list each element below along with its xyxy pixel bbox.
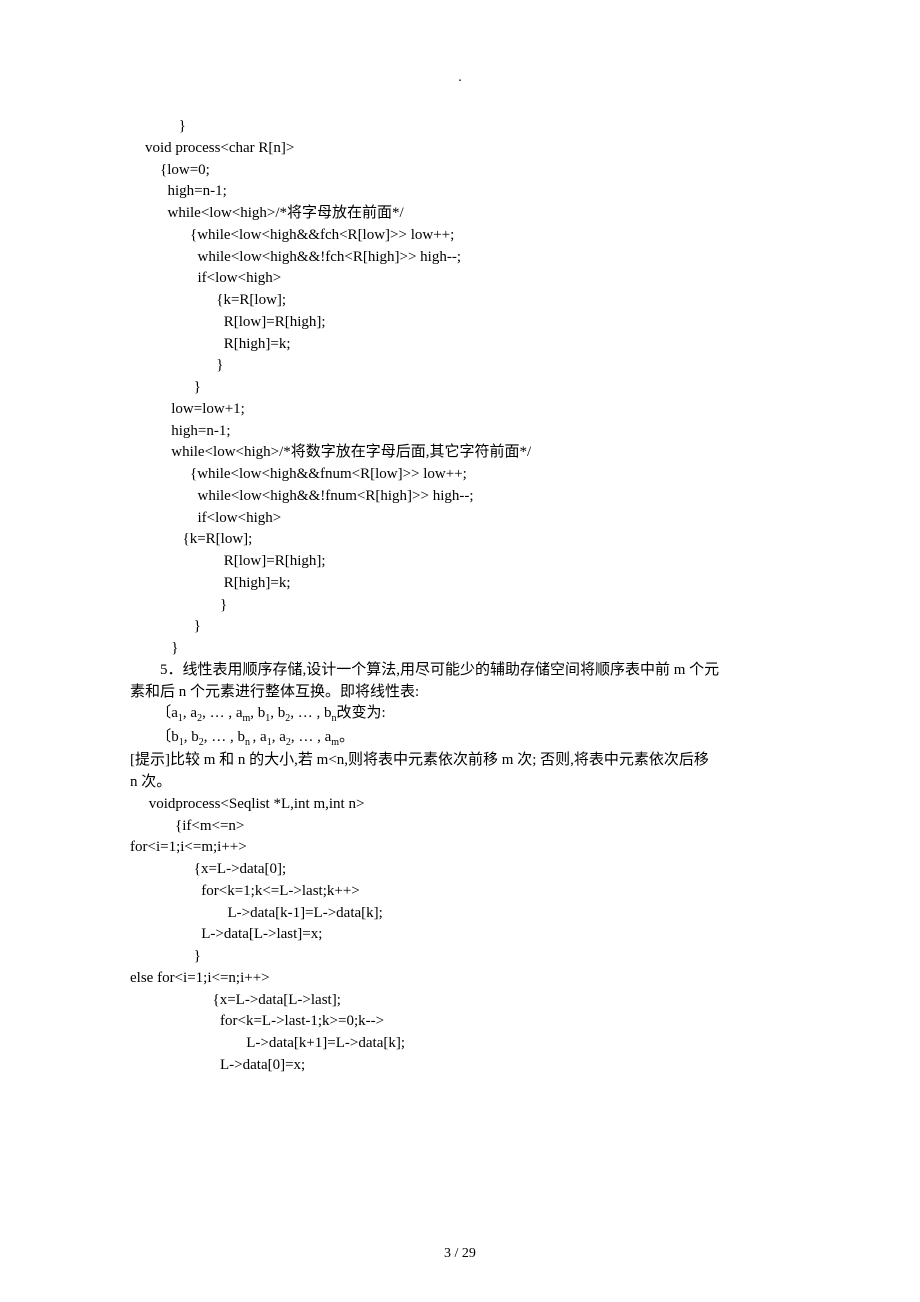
header-dot: .: [130, 70, 790, 86]
problem5-title-line1: 5．线性表用顺序存储,设计一个算法,用尽可能少的辅助存储空间将顺序表中前 m 个…: [130, 660, 790, 682]
problem5-formula1: 〔a1, a2, … , am, b1, b2, … , bn改变为:: [130, 703, 790, 727]
document-page: . } void process<char R[n]> {low=0; high…: [0, 0, 920, 1302]
problem5-hint-line2: n 次。: [130, 772, 790, 794]
code-block-bottom: voidprocess<Seqlist *L,int m,int n> {if<…: [130, 794, 790, 1077]
code-block-top: } void process<char R[n]> {low=0; high=n…: [130, 116, 790, 660]
page-footer: 3 / 29: [0, 1246, 920, 1262]
problem5-formula2: 〔b1, b2, … , bn , a1, a2, … , am。: [130, 727, 790, 751]
problem5-hint-line1: [提示]比较 m 和 n 的大小,若 m<n,则将表中元素依次前移 m 次; 否…: [130, 750, 790, 772]
problem5-title-line2: 素和后 n 个元素进行整体互换。即将线性表:: [130, 682, 790, 704]
